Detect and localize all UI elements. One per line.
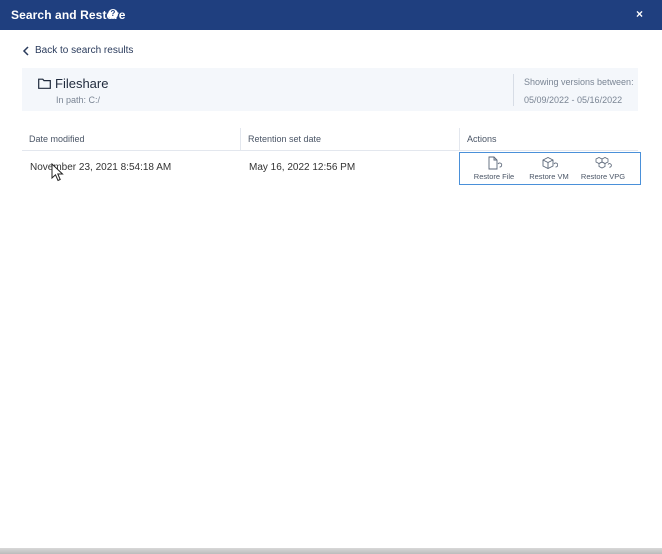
column-divider [240, 128, 241, 150]
restore-file-button[interactable]: Restore File [469, 156, 519, 181]
back-to-search-results-link[interactable]: Back to search results [22, 45, 133, 56]
column-divider [459, 128, 460, 150]
table-header: Date modified Retention set date Actions [22, 128, 638, 151]
mouse-pointer-icon [51, 163, 64, 182]
cell-retention-set-date: May 16, 2022 12:56 PM [249, 162, 356, 173]
versions-label: Showing versions between: [524, 77, 634, 87]
item-name: Fileshare [55, 76, 109, 91]
close-button[interactable]: × [636, 7, 643, 21]
restore-vpg-button[interactable]: Restore VPG [578, 156, 628, 181]
restore-vpg-label: Restore VPG [580, 172, 626, 181]
row-actions: Restore File Restore VM Restore VPG [459, 152, 641, 185]
column-header-date-modified[interactable]: Date modified [29, 134, 85, 144]
help-icon[interactable]: ? [108, 9, 118, 19]
versions-range: 05/09/2022 - 05/16/2022 [524, 95, 623, 105]
folder-icon [38, 78, 51, 89]
restore-vm-label: Restore VM [529, 172, 569, 181]
dialog-bottom-edge [0, 548, 662, 554]
column-header-retention-set-date[interactable]: Retention set date [248, 134, 321, 144]
restore-file-icon [488, 156, 503, 170]
restore-vpg-icon [595, 157, 612, 169]
restore-vm-icon [542, 156, 558, 170]
column-header-actions: Actions [467, 134, 497, 144]
info-divider [513, 74, 514, 106]
item-info-panel: Fileshare In path: C:/ Showing versions … [22, 68, 638, 111]
restore-vm-button[interactable]: Restore VM [524, 156, 574, 181]
chevron-left-icon [22, 45, 29, 56]
restore-file-label: Restore File [473, 172, 515, 181]
back-link-label: Back to search results [35, 45, 134, 56]
item-path: In path: C:/ [56, 95, 101, 105]
dialog-titlebar: Search and Restore ? × [0, 0, 662, 30]
